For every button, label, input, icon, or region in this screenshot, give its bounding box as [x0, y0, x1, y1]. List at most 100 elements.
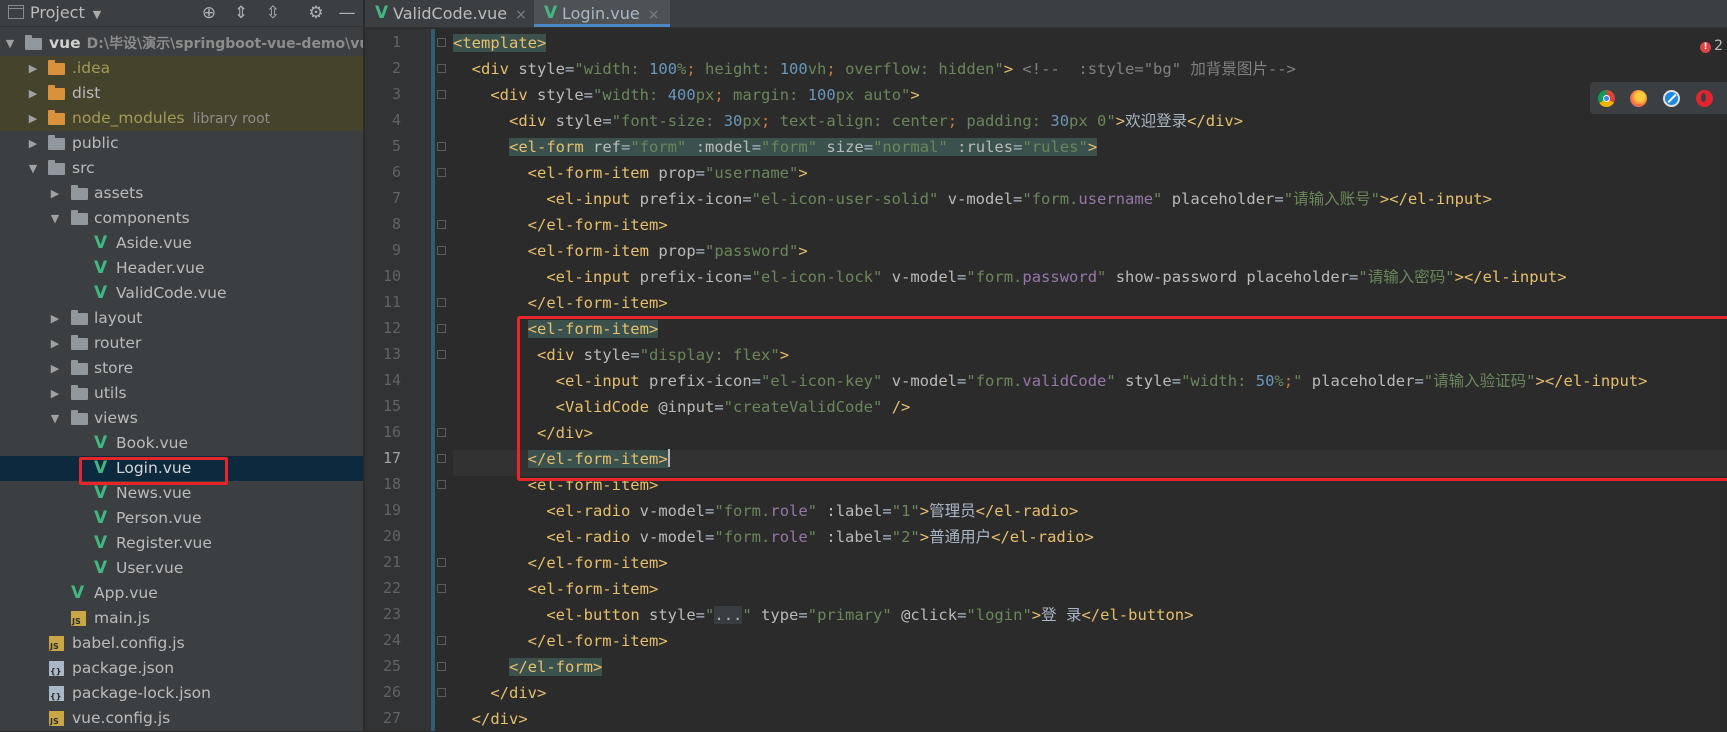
tree-item-layout[interactable]: ▶ layout [0, 306, 363, 331]
minimize-icon[interactable]: — [336, 3, 358, 23]
fold-marker[interactable] [437, 350, 446, 359]
json-file-icon: {} [49, 686, 64, 701]
project-view-selector[interactable]: Project ▼ [8, 3, 101, 22]
code-line[interactable]: <el-button style="..." type="primary" @c… [453, 602, 1193, 628]
code-line[interactable]: <el-radio v-model="form.role" :label="2"… [453, 524, 1093, 550]
chevron-right-icon[interactable]: ▶ [49, 306, 61, 331]
collapse-all-icon[interactable]: ⇳ [262, 3, 284, 23]
fold-marker[interactable] [437, 480, 446, 489]
chevron-right-icon[interactable]: ▶ [27, 131, 39, 156]
tree-item-idea[interactable]: ▶ .idea [0, 56, 363, 81]
code-line[interactable]: <div style="width: 100%; height: 100vh; … [453, 56, 1296, 82]
code-line[interactable]: <el-input prefix-icon="el-icon-lock" v-m… [453, 264, 1566, 290]
fold-marker[interactable] [437, 584, 446, 593]
chevron-right-icon[interactable]: ▶ [49, 331, 61, 356]
tree-item-aside-vue[interactable]: V Aside.vue [0, 231, 363, 256]
code-line[interactable]: </div> [453, 706, 528, 732]
tree-item-public[interactable]: ▶ public [0, 131, 363, 156]
chevron-right-icon[interactable]: ▶ [49, 381, 61, 406]
chevron-down-icon[interactable]: ▼ [49, 406, 61, 431]
expand-all-icon[interactable]: ⇕ [230, 3, 252, 23]
tree-item-header-vue[interactable]: V Header.vue [0, 256, 363, 281]
code-line[interactable]: </div> [453, 680, 546, 706]
fold-marker[interactable] [437, 142, 446, 151]
fold-marker[interactable] [437, 38, 446, 47]
code-line[interactable]: </el-form-item> [453, 212, 668, 238]
tree-item-views[interactable]: ▼ views [0, 406, 363, 431]
fold-column [435, 29, 453, 731]
fold-marker[interactable] [437, 454, 446, 463]
tree-item-assets[interactable]: ▶ assets [0, 181, 363, 206]
tree-item-node-modules[interactable]: ▶ node_modules library root [0, 106, 363, 131]
close-icon[interactable]: × [515, 7, 527, 23]
gear-icon[interactable]: ⚙ [305, 3, 327, 23]
chevron-right-icon[interactable]: ▶ [49, 356, 61, 381]
fold-marker[interactable] [437, 428, 446, 437]
close-icon[interactable]: × [648, 7, 660, 23]
tree-item-app-vue[interactable]: V App.vue [0, 581, 363, 606]
safari-icon[interactable] [1663, 90, 1680, 107]
chevron-down-icon[interactable]: ▼ [4, 31, 16, 56]
tree-item-user-vue[interactable]: V User.vue [0, 556, 363, 581]
tree-item-vue-root[interactable]: ▼ vue D:\毕设\演示\springboot-vue-demo\vu [0, 31, 363, 56]
code-line[interactable]: </el-form-item> [453, 550, 668, 576]
tree-item-babel-config[interactable]: JS babel.config.js [0, 631, 363, 656]
tree-item-register-vue[interactable]: V Register.vue [0, 531, 363, 556]
fold-marker[interactable] [437, 246, 446, 255]
tree-item-package-json[interactable]: {} package.json [0, 656, 363, 681]
code-line[interactable]: <div style="width: 400px; margin: 100px … [453, 82, 919, 108]
line-number: 14 [382, 371, 401, 389]
code-line[interactable]: <el-radio v-model="form.role" :label="1"… [453, 498, 1078, 524]
opera-icon[interactable] [1696, 90, 1713, 107]
folder-icon [71, 360, 88, 375]
line-number-current: 17 [382, 449, 401, 467]
tree-item-src[interactable]: ▼ src [0, 156, 363, 181]
code-line[interactable]: <el-form ref="form" :model="form" size="… [453, 134, 1098, 160]
fold-marker[interactable] [437, 220, 446, 229]
code-line[interactable]: </el-form-item> [453, 628, 668, 654]
tree-item-validcode-vue[interactable]: V ValidCode.vue [0, 281, 363, 306]
tree-item-utils[interactable]: ▶ utils [0, 381, 363, 406]
tab-label: Login.vue [562, 4, 640, 23]
chevron-right-icon[interactable]: ▶ [27, 56, 39, 81]
fold-marker[interactable] [437, 558, 446, 567]
chevron-right-icon[interactable]: ▶ [27, 106, 39, 131]
fold-marker[interactable] [437, 64, 446, 73]
chrome-icon[interactable] [1598, 90, 1615, 107]
fold-marker[interactable] [437, 662, 446, 671]
fold-marker[interactable] [437, 324, 446, 333]
error-indicator[interactable]: ! 2 [1700, 38, 1723, 54]
tree-item-store[interactable]: ▶ store [0, 356, 363, 381]
locate-icon[interactable]: ⊕ [198, 3, 220, 23]
tree-item-package-lock-json[interactable]: {} package-lock.json [0, 681, 363, 706]
tree-item-book-vue[interactable]: V Book.vue [0, 431, 363, 456]
chevron-right-icon[interactable]: ▶ [27, 81, 39, 106]
tree-item-components[interactable]: ▼ components [0, 206, 363, 231]
fold-marker[interactable] [437, 90, 446, 99]
fold-marker[interactable] [437, 298, 446, 307]
fold-marker[interactable] [437, 636, 446, 645]
line-number: 9 [391, 241, 401, 259]
chevron-down-icon[interactable]: ▼ [49, 206, 61, 231]
code-line[interactable]: </el-form> [453, 654, 603, 680]
code-line[interactable]: <el-form-item prop="password"> [453, 238, 808, 264]
code-line[interactable]: </el-form-item> [453, 290, 668, 316]
code-line[interactable]: <el-input prefix-icon="el-icon-user-soli… [453, 186, 1492, 212]
tree-item-person-vue[interactable]: V Person.vue [0, 506, 363, 531]
firefox-icon[interactable] [1630, 90, 1647, 107]
fold-marker[interactable] [437, 168, 446, 177]
code-line[interactable]: <div style="font-size: 30px; text-align:… [453, 108, 1243, 134]
fold-marker[interactable] [437, 688, 446, 697]
tab-validcode-vue[interactable]: V ValidCode.vue × [365, 0, 534, 27]
tree-item-router[interactable]: ▶ router [0, 331, 363, 356]
chevron-right-icon[interactable]: ▶ [49, 181, 61, 206]
code-line[interactable]: <el-form-item> [453, 576, 659, 602]
code-line[interactable]: <el-form-item prop="username"> [453, 160, 808, 186]
code-line[interactable]: <template> [453, 30, 547, 56]
folder-icon [25, 35, 42, 50]
tree-item-main-js[interactable]: JS main.js [0, 606, 363, 631]
chevron-down-icon[interactable]: ▼ [27, 156, 39, 181]
tree-item-dist[interactable]: ▶ dist [0, 81, 363, 106]
tree-item-vue-config[interactable]: JS vue.config.js [0, 706, 363, 731]
tab-login-vue[interactable]: V Login.vue × [534, 0, 670, 27]
